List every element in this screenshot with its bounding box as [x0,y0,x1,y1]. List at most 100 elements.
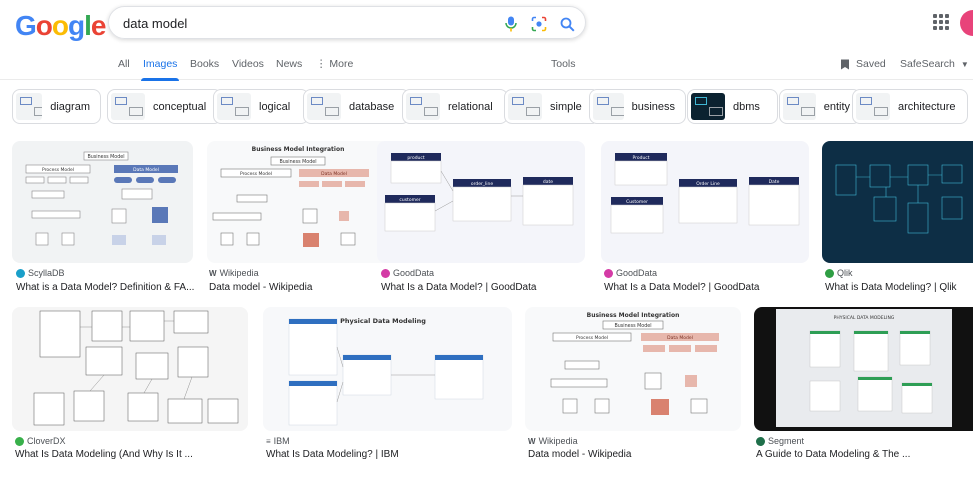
tab-videos[interactable]: Videos [232,58,264,70]
svg-text:Business Model: Business Model [87,154,124,160]
result-source: Qlik [825,268,853,278]
svg-text:Date: Date [769,179,780,185]
result-thumbnail[interactable]: product customer order_line date [377,141,585,263]
chip-business[interactable]: business [589,89,686,124]
logo-letter: o [51,10,69,41]
result-thumbnail[interactable]: Physical Data Modeling [263,307,512,431]
tools-button[interactable]: Tools [551,58,576,70]
result-thumbnail[interactable]: PHYSICAL DATA MODELING [754,307,973,431]
chip-database[interactable]: database [303,89,410,124]
refinement-chips: diagram conceptual logical database rela… [12,89,973,127]
search-input[interactable] [123,14,483,32]
dropdown-arrow-icon: ▼ [960,59,969,69]
safesearch-label: SafeSearch [900,58,955,70]
safesearch-button[interactable]: SafeSearch ▼ [900,58,969,70]
result-thumbnail[interactable] [822,141,973,263]
site-favicon-icon [825,268,834,278]
result-title[interactable]: A Guide to Data Modeling & The ... [756,449,966,460]
source-name: Qlik [837,268,853,278]
result-title[interactable]: What is Data Modeling? | Qlik [825,282,973,293]
result-title[interactable]: What Is a Data Model? | GoodData [604,282,804,293]
apps-grid-icon[interactable] [933,14,949,30]
result-thumbnail[interactable]: Business Model Process Model Data Model [12,141,193,263]
svg-text:order_line: order_line [471,181,494,187]
svg-text:Physical Data Modeling: Physical Data Modeling [340,317,426,325]
svg-text:date: date [543,179,553,185]
camera-lens-icon[interactable] [529,14,549,34]
result-title[interactable]: What Is Data Modeling? | IBM [266,449,506,460]
result-title[interactable]: Data model - Wikipedia [209,282,387,293]
chip-dbms[interactable]: dbms [687,89,778,124]
svg-text:Process Model: Process Model [42,167,74,173]
svg-text:Product: Product [632,155,649,161]
chip-simple[interactable]: simple [504,89,600,124]
chip-label: dbms [733,100,760,113]
svg-text:customer: customer [399,197,420,203]
chip-thumbnail [856,93,890,120]
tab-images[interactable]: Images [140,58,180,81]
svg-text:PHYSICAL DATA MODELING: PHYSICAL DATA MODELING [834,315,895,321]
tab-more-label: More [329,58,354,70]
chip-thumbnail [783,93,816,120]
site-favicon-icon [604,268,613,278]
search-tabs: All Images Books Videos News ⋮ More Tool… [0,52,973,81]
chip-label: business [631,100,675,113]
svg-text:Business Model Integration: Business Model Integration [587,312,680,319]
chip-label: logical [259,100,291,113]
chip-architecture[interactable]: architecture [852,89,968,124]
avatar[interactable] [960,10,973,36]
chip-thumbnail [217,93,251,120]
chip-label: database [349,100,395,113]
logo-letter: l [84,10,92,41]
site-favicon-icon [381,268,390,278]
tab-all[interactable]: All [118,58,130,70]
source-name: GoodData [616,268,658,278]
site-favicon-icon [15,436,24,446]
chip-label: architecture [898,100,956,113]
mic-icon[interactable] [501,14,521,34]
svg-text:Business Model: Business Model [279,159,316,165]
result-thumbnail[interactable] [12,307,248,431]
result-title[interactable]: What is a Data Model? Definition & FA... [16,282,194,293]
chip-label: relational [448,100,493,113]
wikipedia-w-icon: W [528,436,536,446]
result-source: CloverDX [15,436,66,446]
wikipedia-w-icon: W [209,268,217,278]
chip-thumbnail [508,93,542,120]
source-name: Wikipedia [219,268,259,278]
google-logo[interactable]: Google [15,10,107,42]
result-source: ScyllaDB [16,268,65,278]
result-title[interactable]: What Is Data Modeling (And Why Is It ... [15,449,247,460]
logo-letter: G [15,10,37,41]
chip-thumbnail [406,93,440,120]
result-title[interactable]: What Is a Data Model? | GoodData [381,282,581,293]
chip-logical[interactable]: logical [213,89,309,124]
result-title[interactable]: Data model - Wikipedia [528,449,738,460]
result-thumbnail[interactable]: Business Model Integration Business Mode… [207,141,389,263]
chip-conceptual[interactable]: conceptual [107,89,222,124]
source-name: Wikipedia [538,436,578,446]
chip-label: diagram [50,100,90,113]
top-bar: Google [0,0,973,48]
search-box [108,6,586,39]
svg-text:Process Model: Process Model [576,335,608,341]
tab-news[interactable]: News [276,58,302,70]
tab-more[interactable]: ⋮ More [316,58,353,70]
saved-button[interactable]: Saved [840,58,886,70]
tab-books[interactable]: Books [190,58,219,70]
chip-entity[interactable]: entity [779,89,861,124]
result-thumbnail[interactable]: Business Model Integration Business Mode… [525,307,741,431]
chip-thumbnail [593,93,624,120]
source-name: ScyllaDB [28,268,65,278]
logo-letter: o [35,10,53,41]
chip-thumbnail [111,93,145,120]
search-icon[interactable] [557,14,577,34]
chip-relational[interactable]: relational [402,89,508,124]
chip-label: conceptual [153,100,207,113]
result-thumbnail[interactable]: Product Customer Order Line Date [601,141,809,263]
chip-diagram[interactable]: diagram [12,89,101,124]
logo-letter: e [90,10,107,41]
result-source: W Wikipedia [528,436,578,446]
source-name: IBM [273,436,290,446]
svg-text:Order Line: Order Line [696,181,720,187]
